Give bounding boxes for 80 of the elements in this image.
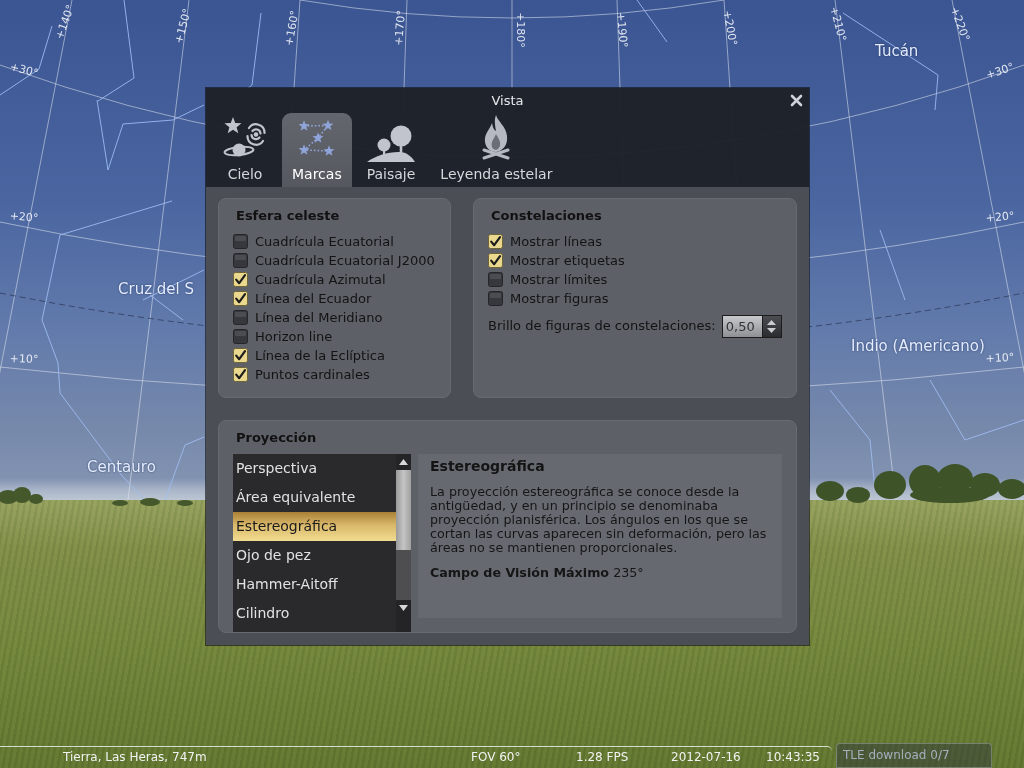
max-fov-text: Campo de Visión Máximo 235° <box>430 566 645 580</box>
constellation-label: Indio (Americano) <box>851 337 985 355</box>
group-title: Constelaciones <box>490 208 602 224</box>
coordinate-label: +220° <box>947 5 973 43</box>
constellation-icon <box>296 119 337 157</box>
list-item[interactable]: Ojo de pez <box>233 541 396 570</box>
list-item[interactable]: Perspectiva <box>233 454 396 483</box>
coordinate-label: +180° <box>513 12 527 48</box>
fov-label: FOV 60° <box>471 750 522 765</box>
constellation-line <box>164 436 205 500</box>
coordinate-label: +10° <box>985 350 1015 366</box>
checkbox[interactable] <box>488 272 503 287</box>
coordinate-label: +150° <box>172 7 194 45</box>
tab[interactable]: Cielo <box>213 113 277 187</box>
checkbox[interactable] <box>233 367 248 382</box>
star-galaxy-planet-icon <box>223 117 267 159</box>
checkbox-label[interactable]: Mostrar etiquetas <box>510 252 625 269</box>
checkbox-label[interactable]: Línea de la Eclíptica <box>255 347 385 364</box>
checkbox-label[interactable]: Mostrar líneas <box>510 233 603 250</box>
list-item[interactable]: Área equivalente <box>233 483 396 512</box>
checkbox-label[interactable]: Puntos cardinales <box>255 366 370 383</box>
coordinate-label: +170° <box>391 9 409 47</box>
trees-on-hill-icon <box>367 125 415 162</box>
coordinate-label: +190° <box>613 11 631 49</box>
down-arrow-icon[interactable] <box>767 327 777 333</box>
checkbox[interactable] <box>233 348 248 363</box>
checkbox[interactable] <box>233 291 248 306</box>
checkbox-label[interactable]: Línea del Ecuador <box>255 290 372 307</box>
download-status: TLE download 0/7 <box>836 743 992 768</box>
up-arrow-icon[interactable] <box>767 319 777 325</box>
spinbox-label: Brillo de figuras de constelaciones: <box>488 318 716 334</box>
location-label: Tierra, Las Heras, 747m <box>63 750 208 765</box>
constellation-line <box>636 0 668 43</box>
list-item[interactable]: Estereográfica <box>233 512 396 541</box>
coordinate-label: +30° <box>8 60 40 80</box>
checkbox[interactable] <box>233 329 248 344</box>
list-item[interactable]: Cilindro <box>233 599 396 628</box>
checkbox[interactable] <box>488 234 503 249</box>
constellation-line <box>879 229 906 301</box>
checkbox-label[interactable]: Cuadrícula Ecuatorial <box>255 233 394 250</box>
checkbox-label[interactable]: Horizon line <box>255 328 333 345</box>
checkbox[interactable] <box>488 253 503 268</box>
checkbox[interactable] <box>233 310 248 325</box>
list-item[interactable]: Hammer-Aitoff <box>233 570 396 599</box>
description-title: Estereográfica <box>430 457 546 475</box>
description-text: La proyección estereográfica se conoce desde la antigüedad, y en un principio se denominaba proyección planisférica. Los ángulos en los que se cortan las curvas aparecen sin deformación, pero las áreas no se mantienen proporcionales. <box>430 485 768 555</box>
checkbox-label[interactable]: Mostrar figuras <box>510 290 609 307</box>
coordinate-label: +10° <box>9 352 39 366</box>
time-label: 10:43:35 <box>766 750 821 765</box>
checkbox[interactable] <box>233 272 248 287</box>
checkbox-label[interactable]: Cuadrícula Ecuatorial J2000 <box>255 252 435 269</box>
checkbox-label[interactable]: Línea del Meridiano <box>255 309 383 326</box>
coordinate-label: +160° <box>282 9 302 47</box>
constellation-label: Tucán <box>875 42 919 60</box>
coordinate-label: +20° <box>9 209 39 225</box>
tab[interactable]: Paisaje <box>356 113 426 187</box>
tab[interactable]: Marcas <box>282 113 352 187</box>
brightness-field[interactable]: 0,50 <box>721 314 762 338</box>
group-title: Proyección <box>235 430 317 446</box>
constellation-label: Cruz del S <box>118 280 194 298</box>
constellation-label: Centauro <box>87 458 156 476</box>
coordinate-label: +140° <box>52 3 78 41</box>
tab[interactable]: Leyenda estelar <box>430 113 563 187</box>
checkbox-label[interactable]: Mostrar límites <box>510 271 608 288</box>
checkbox[interactable] <box>488 291 503 306</box>
spin-buttons[interactable] <box>761 314 782 338</box>
date-label: 2012-07-16 <box>671 750 742 765</box>
coordinate-label: +20° <box>985 209 1015 225</box>
coordinate-label: +210° <box>827 5 849 43</box>
coordinate-label: +30° <box>984 60 1016 82</box>
checkbox[interactable] <box>233 253 248 268</box>
checkbox[interactable] <box>233 234 248 249</box>
constellation-line <box>0 25 53 96</box>
checkbox-label[interactable]: Cuadrícula Azimutal <box>255 271 386 288</box>
dialog-title: Vista <box>491 93 524 108</box>
campfire-icon <box>481 115 512 160</box>
group-title: Esfera celeste <box>235 208 340 224</box>
fps-label: 1.28 FPS <box>576 750 630 765</box>
coordinate-label: +200° <box>720 9 740 47</box>
scrollbar-thumb[interactable] <box>396 470 411 550</box>
